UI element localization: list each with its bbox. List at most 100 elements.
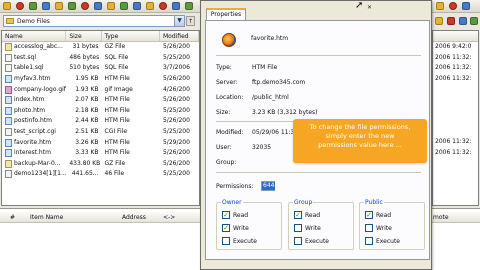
bookmark-icon[interactable] bbox=[436, 2, 444, 10]
upload-icon[interactable] bbox=[29, 2, 37, 10]
local-file-list[interactable]: Name Size Type Modified accesslog_abc...… bbox=[1, 30, 200, 206]
disconnect-icon[interactable] bbox=[16, 2, 24, 10]
connect-icon[interactable] bbox=[3, 2, 11, 10]
queue-column-hash[interactable]: # bbox=[10, 212, 15, 223]
list-item[interactable]: 2006 11:32: bbox=[433, 63, 478, 74]
list-item[interactable] bbox=[433, 95, 478, 106]
file-icon bbox=[5, 96, 12, 105]
table-row[interactable]: test_script.cgi 2.51 KB CGI File 5/25/200 bbox=[2, 127, 199, 138]
list-item[interactable] bbox=[433, 116, 478, 127]
permissions-input[interactable]: 644 bbox=[261, 181, 276, 191]
public-read-checkbox[interactable]: ✓ Read bbox=[365, 211, 391, 219]
queue-column-address[interactable]: Address bbox=[122, 212, 146, 223]
table-row[interactable]: postinfo.htm 2.44 KB HTM File 5/26/200 bbox=[2, 116, 199, 127]
table-row[interactable]: interest.htm 3.33 KB HTM File 5/26/200 bbox=[2, 148, 199, 159]
mouse-cursor-icon: ➚ bbox=[355, 0, 364, 11]
table-row[interactable]: demo1234[1][1... 441.65... 46 File 5/25/200 bbox=[2, 169, 199, 180]
file-modified: 5/25/200 bbox=[162, 128, 190, 136]
file-size: 433.80 KB bbox=[69, 159, 101, 167]
column-size[interactable]: Size bbox=[66, 31, 102, 41]
owner-write-checkbox[interactable]: ✓ Write bbox=[222, 224, 249, 232]
table-row[interactable]: favorite.htm 3.26 KB HTM File 5/29/200 bbox=[2, 137, 199, 148]
close-icon[interactable]: ✕ bbox=[365, 3, 374, 12]
list-item[interactable]: 2006 11:32: bbox=[433, 148, 478, 159]
group-group: Group ✓ Read Write Execute bbox=[288, 199, 354, 250]
file-name: favorite.htm bbox=[14, 138, 52, 146]
file-size: 2.07 KB bbox=[75, 96, 99, 104]
list-item[interactable]: 2006 11:32: bbox=[433, 74, 478, 85]
table-row[interactable]: table1.sql 510 bytes SQL File 3/7/2006 bbox=[2, 63, 199, 74]
file-name-cell: backup-Mar-0... bbox=[2, 159, 66, 169]
public-group: Public ✓ Read Write Execute bbox=[359, 199, 425, 250]
queue-column-direction[interactable]: <-> bbox=[163, 212, 175, 223]
group-write-checkbox[interactable]: Write bbox=[294, 224, 321, 232]
sync-icon[interactable] bbox=[172, 2, 180, 10]
table-row[interactable]: index.htm 2.07 KB HTM File 5/26/200 bbox=[2, 95, 199, 106]
table-row[interactable]: backup-Mar-0... 433.80 KB GZ File 5/26/200 bbox=[2, 159, 199, 170]
list-item[interactable] bbox=[433, 169, 478, 180]
owner-read-label: Read bbox=[233, 211, 249, 219]
owner-execute-checkbox[interactable]: Execute bbox=[222, 237, 257, 245]
group-title: Group bbox=[293, 199, 314, 206]
checkbox-empty[interactable] bbox=[365, 224, 373, 232]
table-row[interactable]: company-logo.gif 1.93 KB gif Image 4/26/200 bbox=[2, 84, 199, 95]
checkbox-empty[interactable] bbox=[294, 224, 302, 232]
public-write-checkbox[interactable]: Write bbox=[365, 224, 392, 232]
view-icon[interactable] bbox=[133, 2, 141, 10]
folder-icon[interactable] bbox=[435, 17, 443, 25]
column-name[interactable]: Name bbox=[2, 31, 67, 41]
chevron-down-icon[interactable]: ▼ bbox=[174, 16, 184, 26]
list-item[interactable] bbox=[433, 84, 478, 95]
table-row[interactable]: test.sql 486 bytes SQL File 5/25/200 bbox=[2, 53, 199, 64]
refresh-icon[interactable] bbox=[42, 2, 50, 10]
checkmark-icon[interactable]: ✓ bbox=[294, 211, 302, 219]
table-row[interactable]: myfav3.htm 1.95 KB HTM File 5/26/200 bbox=[2, 74, 199, 85]
group-read-checkbox[interactable]: ✓ Read bbox=[294, 211, 320, 219]
tools-icon[interactable] bbox=[107, 2, 115, 10]
file-modified: 5/26/200 bbox=[162, 75, 190, 83]
file-icon bbox=[5, 43, 12, 52]
remote-file-list[interactable]: 2006 9:42:0 2006 11:32: 2006 11:32: 2006 11… bbox=[432, 30, 479, 206]
table-row[interactable]: photo.htm 2.18 KB HTM File 5/25/200 bbox=[2, 106, 199, 117]
folder-dropdown[interactable]: Demo Files ▼ bbox=[3, 15, 185, 27]
search-icon[interactable] bbox=[120, 2, 128, 10]
properties-icon[interactable] bbox=[94, 2, 102, 10]
download-icon[interactable] bbox=[185, 2, 193, 10]
file-type: GZ File bbox=[104, 43, 126, 51]
group-execute-checkbox[interactable]: Execute bbox=[294, 237, 329, 245]
queue-column-remote[interactable]: mote bbox=[433, 212, 449, 223]
up-icon[interactable] bbox=[470, 17, 478, 25]
table-row[interactable]: accesslog_abc... 31 bytes GZ File 5/26/200 bbox=[2, 42, 199, 53]
stop-icon[interactable] bbox=[159, 2, 167, 10]
checkmark-icon[interactable]: ✓ bbox=[365, 211, 373, 219]
edit-icon[interactable] bbox=[68, 2, 76, 10]
list-item[interactable] bbox=[433, 159, 478, 170]
queue-icon[interactable] bbox=[462, 2, 470, 10]
list-item[interactable]: 2006 11:32: bbox=[433, 53, 478, 64]
checkbox-empty[interactable] bbox=[294, 237, 302, 245]
permissions-value[interactable]: 644 bbox=[262, 182, 276, 190]
list-item[interactable] bbox=[433, 106, 478, 117]
owner-read-checkbox[interactable]: ✓ Read bbox=[222, 211, 248, 219]
refresh-icon[interactable] bbox=[459, 17, 467, 25]
column-type[interactable]: Type bbox=[102, 31, 160, 41]
folder-icon[interactable] bbox=[55, 2, 63, 10]
checkbox-empty[interactable] bbox=[365, 237, 373, 245]
delete-icon[interactable] bbox=[447, 17, 455, 25]
queue-column-item[interactable]: Item Name bbox=[30, 212, 63, 223]
checkmark-icon[interactable]: ✓ bbox=[222, 211, 230, 219]
list-item[interactable] bbox=[433, 127, 478, 138]
file-size: 3.26 KB bbox=[75, 138, 99, 146]
folder-up-button[interactable]: ↑ bbox=[186, 16, 195, 26]
upload-folder-icon[interactable] bbox=[146, 2, 154, 10]
remove-icon[interactable] bbox=[449, 2, 457, 10]
file-icon bbox=[5, 64, 12, 73]
column-modified[interactable]: Modified bbox=[160, 31, 199, 41]
size-value: 3.23 KB (3,312 bytes) bbox=[252, 109, 318, 116]
checkbox-empty[interactable] bbox=[222, 237, 230, 245]
public-execute-checkbox[interactable]: Execute bbox=[365, 237, 400, 245]
checkmark-icon[interactable]: ✓ bbox=[222, 224, 230, 232]
list-item[interactable]: 2006 11:32: bbox=[433, 137, 478, 148]
list-item[interactable]: 2006 9:42:0 bbox=[433, 42, 478, 53]
delete-icon[interactable] bbox=[81, 2, 89, 10]
